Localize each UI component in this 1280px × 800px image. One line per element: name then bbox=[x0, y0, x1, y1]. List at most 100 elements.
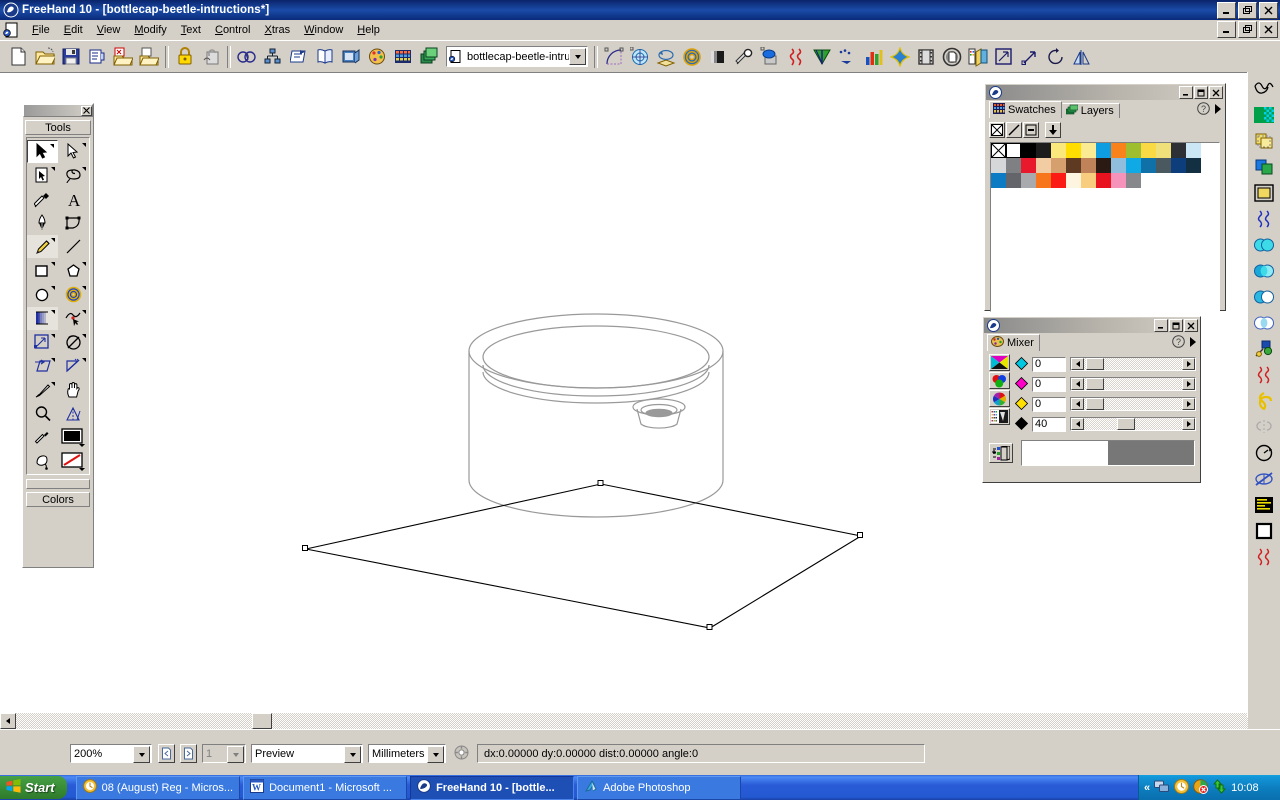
mixer-black-slider[interactable] bbox=[1070, 417, 1196, 431]
taskbar-item-word[interactable]: W Document1 - Microsoft ... bbox=[243, 776, 407, 800]
library-button[interactable] bbox=[312, 44, 338, 69]
import-button[interactable] bbox=[110, 44, 136, 69]
menu-help[interactable]: Help bbox=[350, 22, 387, 38]
mixer-yellow-decrease[interactable] bbox=[1071, 398, 1084, 410]
rotate-xtra-button[interactable] bbox=[1043, 44, 1069, 69]
square-shape-icon[interactable] bbox=[1251, 518, 1277, 544]
line-tool[interactable] bbox=[58, 235, 89, 258]
swatch-cell[interactable] bbox=[1021, 173, 1036, 188]
swatch-cell[interactable] bbox=[991, 158, 1006, 173]
swatch-cell[interactable] bbox=[1156, 158, 1171, 173]
wave-tool-icon[interactable] bbox=[1251, 76, 1277, 102]
swatch-cell[interactable] bbox=[1051, 143, 1066, 158]
divide-circles-icon[interactable] bbox=[1251, 310, 1277, 336]
swatch-cell[interactable] bbox=[1156, 143, 1171, 158]
gradient-tool[interactable] bbox=[27, 307, 58, 330]
network-tray-icon[interactable] bbox=[1154, 779, 1170, 797]
mixer-magenta-value[interactable]: 0 bbox=[1032, 377, 1066, 392]
swatches-maximize-button[interactable] bbox=[1194, 86, 1208, 99]
swatch-cell[interactable] bbox=[1141, 143, 1156, 158]
tab-mixer[interactable]: Mixer bbox=[987, 334, 1040, 351]
intersect-shapes-icon[interactable] bbox=[1251, 154, 1277, 180]
swatch-cell[interactable] bbox=[1006, 158, 1021, 173]
tools-palette-close-button[interactable] bbox=[81, 106, 92, 116]
mixer-yellow-increase[interactable] bbox=[1182, 398, 1195, 410]
trace-xtra-button[interactable] bbox=[601, 44, 627, 69]
text-tool[interactable]: A bbox=[58, 188, 89, 211]
lasso-tool[interactable] bbox=[58, 164, 89, 187]
swatch-cell[interactable] bbox=[1186, 143, 1201, 158]
rotate-tool[interactable] bbox=[58, 331, 89, 354]
emboss-xtra-button[interactable] bbox=[757, 44, 783, 69]
text-align-icon[interactable] bbox=[1251, 492, 1277, 518]
view-mode-dropdown[interactable] bbox=[344, 746, 361, 763]
bar-chart-xtra-button[interactable] bbox=[861, 44, 887, 69]
none-crossbox-icon[interactable] bbox=[989, 122, 1005, 138]
diagonal-line-icon[interactable] bbox=[1006, 122, 1022, 138]
swatch-cell[interactable] bbox=[1066, 158, 1081, 173]
swatch-cell[interactable] bbox=[1021, 158, 1036, 173]
shadow-xtra-button[interactable] bbox=[705, 44, 731, 69]
swatch-cell[interactable] bbox=[1051, 158, 1066, 173]
swatch-cell[interactable] bbox=[991, 173, 1006, 188]
swatch-cell[interactable] bbox=[1126, 158, 1141, 173]
palette-button[interactable] bbox=[364, 44, 390, 69]
tab-layers[interactable]: Layers bbox=[1062, 103, 1120, 118]
mixer-yellow-value[interactable]: 0 bbox=[1032, 397, 1066, 412]
roughen-blue-icon[interactable] bbox=[1251, 206, 1277, 232]
ellipse-tool[interactable] bbox=[27, 283, 58, 306]
group-button[interactable] bbox=[234, 44, 260, 69]
zoom-level-select[interactable]: 200% bbox=[70, 744, 152, 763]
swatches-options-arrow-icon[interactable] bbox=[1213, 103, 1222, 118]
mixer-cyan-slider[interactable] bbox=[1070, 357, 1196, 371]
mixer-black-increase[interactable] bbox=[1182, 418, 1195, 430]
menu-window[interactable]: Window bbox=[297, 22, 350, 38]
roughen-red2-icon[interactable] bbox=[1251, 544, 1277, 570]
swatch-cell[interactable] bbox=[1036, 158, 1051, 173]
document-selector[interactable]: bottlecap-beetle-intructi bbox=[446, 46, 588, 67]
blend-xtra-button[interactable] bbox=[835, 44, 861, 69]
swatch-cell[interactable] bbox=[1081, 158, 1096, 173]
add-swatch-list-icon[interactable] bbox=[989, 443, 1013, 463]
inset-path-icon[interactable] bbox=[1251, 180, 1277, 206]
tools-palette-titlebar[interactable] bbox=[23, 104, 93, 117]
starburst-xtra-button[interactable] bbox=[887, 44, 913, 69]
swatch-cell[interactable] bbox=[1171, 158, 1186, 173]
swatch-cell[interactable] bbox=[1036, 143, 1051, 158]
swatch-cell[interactable] bbox=[1081, 173, 1096, 188]
mixer-black-decrease[interactable] bbox=[1071, 418, 1084, 430]
system-color-icon[interactable] bbox=[989, 408, 1010, 425]
film-xtra-button[interactable] bbox=[913, 44, 939, 69]
mirror-xtra-button[interactable] bbox=[1069, 44, 1095, 69]
restore-button[interactable] bbox=[1238, 2, 1257, 19]
menu-control[interactable]: Control bbox=[208, 22, 257, 38]
circle-page-xtra-button[interactable] bbox=[939, 44, 965, 69]
mixer-yellow-thumb[interactable] bbox=[1086, 398, 1104, 410]
new-document-button[interactable] bbox=[6, 44, 32, 69]
menu-modify[interactable]: Modify bbox=[127, 22, 173, 38]
taskbar-item-photoshop[interactable]: Adobe Photoshop bbox=[577, 776, 741, 800]
swatch-cell[interactable] bbox=[1006, 173, 1021, 188]
rectangle-tool[interactable] bbox=[27, 259, 58, 282]
intersect-circles-icon[interactable] bbox=[1251, 258, 1277, 284]
swatches-minimize-button[interactable] bbox=[1179, 86, 1193, 99]
swatch-cell[interactable] bbox=[1066, 173, 1081, 188]
swatch-cell[interactable] bbox=[1096, 173, 1111, 188]
crop-blend-icon[interactable] bbox=[1251, 336, 1277, 362]
color-wheel-icon[interactable] bbox=[989, 390, 1010, 407]
down-arrow-icon[interactable] bbox=[1045, 122, 1061, 138]
skew-tool[interactable] bbox=[27, 355, 58, 378]
mixer-cyan-increase[interactable] bbox=[1182, 358, 1195, 370]
mixer-minimize-button[interactable] bbox=[1154, 319, 1168, 332]
mixer-options-arrow-icon[interactable] bbox=[1188, 336, 1197, 351]
pencil-tool[interactable] bbox=[27, 235, 58, 258]
save-document-button[interactable] bbox=[58, 44, 84, 69]
mixer-color-preview[interactable] bbox=[1021, 440, 1195, 466]
menu-text[interactable]: Text bbox=[174, 22, 208, 38]
outlook-tray-icon[interactable] bbox=[1174, 779, 1189, 797]
mixer-maximize-button[interactable] bbox=[1169, 319, 1183, 332]
horizontal-scroll-thumb[interactable] bbox=[252, 713, 272, 729]
knot-icon[interactable] bbox=[1251, 388, 1277, 414]
spiral-xtra-button[interactable] bbox=[679, 44, 705, 69]
roughen-xtra-button[interactable] bbox=[783, 44, 809, 69]
